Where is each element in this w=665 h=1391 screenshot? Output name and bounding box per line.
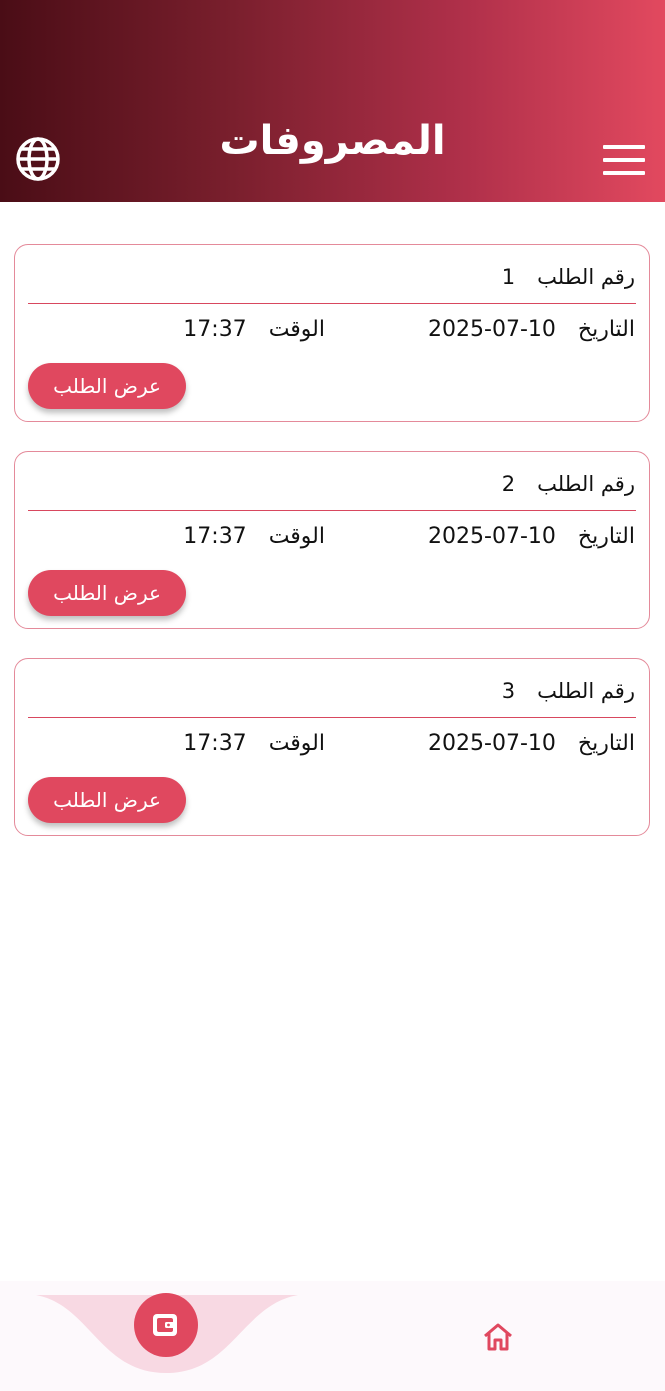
wallet-icon (153, 1314, 177, 1336)
time-value: 17:37 (183, 731, 247, 756)
order-number-value: 2 (501, 472, 516, 496)
date-value: 2025-07-10 (428, 524, 556, 549)
date-label: التاريخ (577, 731, 635, 756)
time-label: الوقت (268, 317, 325, 342)
order-number-value: 3 (501, 679, 516, 703)
order-number-label: رقم الطلب (537, 679, 635, 703)
date-label: التاريخ (577, 317, 635, 342)
bottom-navigation (0, 1281, 665, 1391)
order-number-label: رقم الطلب (537, 265, 635, 289)
time-value: 17:37 (183, 524, 247, 549)
divider (28, 510, 636, 511)
date-value: 2025-07-10 (428, 317, 556, 342)
nav-item-wallet[interactable] (134, 1293, 198, 1357)
hamburger-menu-icon[interactable] (603, 145, 645, 175)
time-label: الوقت (268, 731, 325, 756)
order-number-value: 1 (501, 265, 516, 289)
order-time: الوقت 17:37 (183, 731, 325, 756)
time-value: 17:37 (183, 317, 247, 342)
app-header: المصروفات (0, 0, 665, 202)
order-card: رقم الطلب 2 التاريخ 2025-07-10 الوقت 17:… (14, 451, 650, 629)
divider (28, 303, 636, 304)
nav-item-home[interactable] (481, 1320, 515, 1354)
view-order-button[interactable]: عرض الطلب (28, 363, 186, 409)
order-number-row: رقم الطلب 2 (502, 472, 635, 496)
order-date: التاريخ 2025-07-10 (428, 524, 635, 549)
order-time: الوقت 17:37 (183, 317, 325, 342)
order-card: رقم الطلب 3 التاريخ 2025-07-10 الوقت 17:… (14, 658, 650, 836)
order-time: الوقت 17:37 (183, 524, 325, 549)
order-card: رقم الطلب 1 التاريخ 2025-07-10 الوقت 17:… (14, 244, 650, 422)
nav-curve-decoration (36, 1295, 298, 1373)
page-title: المصروفات (219, 118, 446, 164)
order-date: التاريخ 2025-07-10 (428, 731, 635, 756)
view-order-button[interactable]: عرض الطلب (28, 777, 186, 823)
home-icon (484, 1323, 512, 1351)
divider (28, 717, 636, 718)
order-number-row: رقم الطلب 1 (502, 265, 635, 289)
time-label: الوقت (268, 524, 325, 549)
date-value: 2025-07-10 (428, 731, 556, 756)
order-date: التاريخ 2025-07-10 (428, 317, 635, 342)
view-order-button[interactable]: عرض الطلب (28, 570, 186, 616)
order-number-row: رقم الطلب 3 (502, 679, 635, 703)
order-number-label: رقم الطلب (537, 472, 635, 496)
date-label: التاريخ (577, 524, 635, 549)
